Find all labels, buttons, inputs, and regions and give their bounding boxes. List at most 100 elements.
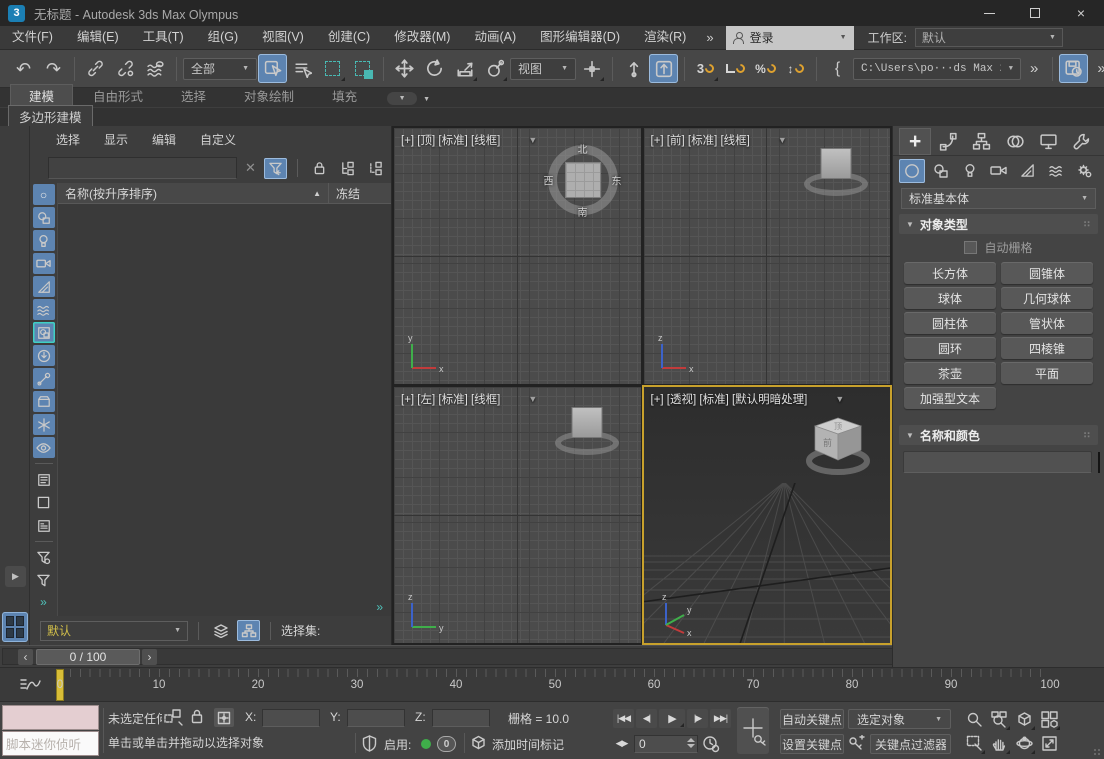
- ribbon-tab-modeling[interactable]: 建模: [10, 84, 73, 107]
- workspace-dropdown[interactable]: 默认: [915, 28, 1063, 47]
- named-selection-sets-button[interactable]: {: [823, 54, 852, 83]
- spinner-snap-button[interactable]: ↕: [781, 54, 810, 83]
- object-properties-icon[interactable]: [33, 515, 55, 536]
- tab-motion[interactable]: [999, 128, 1031, 155]
- display-xrefs-icon[interactable]: [33, 345, 55, 366]
- viewport-left[interactable]: [+] [左] [标准] [线框] y z: [394, 387, 641, 643]
- redo-button[interactable]: ↷: [39, 54, 68, 83]
- menu-edit[interactable]: 编辑(E): [65, 26, 131, 49]
- display-circle-icon[interactable]: ○: [33, 184, 55, 205]
- go-to-end-button[interactable]: ▶▶|: [710, 709, 731, 728]
- display-cameras-icon[interactable]: [33, 253, 55, 274]
- viewport-top[interactable]: [+] [顶] [标准] [线框] 北 南 西 东 x y: [394, 128, 641, 384]
- keyboard-shortcut-override-button[interactable]: [649, 54, 678, 83]
- toolbar-overflow-chevron-icon[interactable]: [1089, 60, 1104, 77]
- display-helpers-icon[interactable]: [33, 276, 55, 297]
- selection-region-button[interactable]: [318, 54, 347, 83]
- autosave-button[interactable]: [1059, 54, 1088, 83]
- tab-utilities[interactable]: [1066, 128, 1098, 155]
- pan-button[interactable]: [987, 732, 1011, 755]
- zoom-region-button[interactable]: [962, 732, 986, 755]
- collapse-children-button[interactable]: [364, 158, 387, 179]
- time-slider-handle[interactable]: 0 / 100: [36, 649, 140, 665]
- previous-frame-arrow[interactable]: ‹: [18, 649, 33, 665]
- set-key-button[interactable]: 设置关键点: [780, 734, 844, 754]
- text-plus-button[interactable]: 加强型文本: [904, 387, 996, 409]
- menu-create[interactable]: 创建(C): [316, 26, 382, 49]
- compass-south-label[interactable]: 南: [578, 204, 588, 219]
- viewcube[interactable]: [555, 403, 619, 461]
- set-keys-button[interactable]: [737, 707, 769, 754]
- tab-hierarchy[interactable]: [966, 128, 998, 155]
- key-filters-button[interactable]: 关键点过滤器..: [870, 734, 951, 754]
- menu-group[interactable]: 组(G): [196, 26, 251, 49]
- menu-overflow-chevron-icon[interactable]: [698, 30, 721, 45]
- key-filters-icon-button[interactable]: [848, 735, 866, 751]
- viewcube-face[interactable]: [821, 148, 852, 179]
- explorer-menu-edit[interactable]: 编辑: [152, 131, 176, 148]
- menu-file[interactable]: 文件(F): [0, 26, 65, 49]
- expand-children-button[interactable]: [336, 158, 359, 179]
- x-coordinate-field[interactable]: [262, 709, 320, 727]
- zoom-extents-all-button[interactable]: [1037, 708, 1061, 731]
- spinner-arrows-icon[interactable]: [687, 738, 695, 748]
- app-icon[interactable]: 3: [8, 5, 25, 22]
- snaps-toggle-button[interactable]: 3: [691, 54, 720, 83]
- display-containers-icon[interactable]: [33, 391, 55, 412]
- track-bar-ruler[interactable]: 0 10 20 30 40 50 60 70 80 90 100: [60, 669, 1050, 701]
- auto-key-button[interactable]: 自动关键点: [780, 709, 844, 729]
- object-type-rollout-header[interactable]: 对象类型: [899, 214, 1098, 234]
- compass-north-label[interactable]: 北: [578, 141, 588, 156]
- display-lights-icon[interactable]: [33, 230, 55, 251]
- viewport-menu-icon[interactable]: [778, 135, 787, 145]
- tab-create[interactable]: +: [899, 128, 931, 155]
- display-influences-icon[interactable]: [33, 469, 55, 490]
- maximize-viewport-toggle[interactable]: [1037, 732, 1061, 755]
- viewport-menu-icon[interactable]: [528, 394, 537, 404]
- viewport-top-label[interactable]: [+] [顶] [标准] [线框]: [401, 132, 500, 148]
- macro-recorder-box[interactable]: [2, 705, 99, 730]
- selection-lock-toggle[interactable]: [190, 708, 204, 724]
- clear-search-icon[interactable]: ✕: [242, 160, 259, 176]
- menu-rendering[interactable]: 渲染(R): [632, 26, 698, 49]
- login-dropdown[interactable]: 登录: [726, 26, 854, 50]
- menu-animation[interactable]: 动画(A): [462, 26, 528, 49]
- display-bones-icon[interactable]: [33, 368, 55, 389]
- box-button[interactable]: 长方体: [904, 262, 996, 284]
- maximize-button[interactable]: [1012, 0, 1058, 26]
- hierarchy-view-button[interactable]: [237, 620, 260, 641]
- explorer-menu-customize[interactable]: 自定义: [200, 131, 236, 148]
- compass-east-label[interactable]: 东: [612, 173, 622, 188]
- search-input[interactable]: [48, 157, 237, 179]
- select-and-link-button[interactable]: [81, 54, 110, 83]
- mini-curve-editor-button[interactable]: [16, 675, 44, 695]
- viewport-menu-icon[interactable]: [528, 135, 537, 145]
- subtab-lights[interactable]: [957, 159, 983, 183]
- next-frame-arrow[interactable]: ›: [142, 649, 157, 665]
- autogrid-checkbox[interactable]: [964, 241, 977, 254]
- ribbon-tab-selection[interactable]: 选择: [163, 85, 224, 107]
- select-and-manipulate-button[interactable]: [619, 54, 648, 83]
- zoom-button[interactable]: [962, 708, 986, 731]
- viewport-menu-icon[interactable]: [835, 394, 844, 404]
- viewcube[interactable]: 北 南 西 东: [543, 140, 623, 220]
- undo-button[interactable]: ↶: [9, 54, 38, 83]
- window-crossing-button[interactable]: [348, 54, 377, 83]
- teapot-button[interactable]: 茶壶: [904, 362, 996, 384]
- select-object-button[interactable]: [258, 54, 287, 83]
- toolbar-overflow-chevron-icon[interactable]: [1022, 60, 1046, 77]
- selection-filter-dropdown[interactable]: 全部: [183, 58, 257, 80]
- viewport-left-label[interactable]: [+] [左] [标准] [线框]: [401, 391, 500, 407]
- unlink-selection-button[interactable]: [111, 54, 140, 83]
- explorer-preset-dropdown[interactable]: 默认: [40, 621, 188, 641]
- cylinder-button[interactable]: 圆柱体: [904, 312, 996, 334]
- use-pivot-point-button[interactable]: [577, 54, 606, 83]
- chevron-down-icon[interactable]: ▼: [423, 96, 430, 103]
- project-path-dropdown[interactable]: C:\Users\po···ds Max 2024: [853, 58, 1021, 80]
- sphere-button[interactable]: 球体: [904, 287, 996, 309]
- subtab-shapes[interactable]: [928, 159, 954, 183]
- viewcube-face[interactable]: [571, 407, 602, 438]
- close-button[interactable]: ×: [1058, 0, 1104, 26]
- display-groups-icon[interactable]: [33, 322, 55, 343]
- layer-explorer-button[interactable]: [209, 620, 232, 641]
